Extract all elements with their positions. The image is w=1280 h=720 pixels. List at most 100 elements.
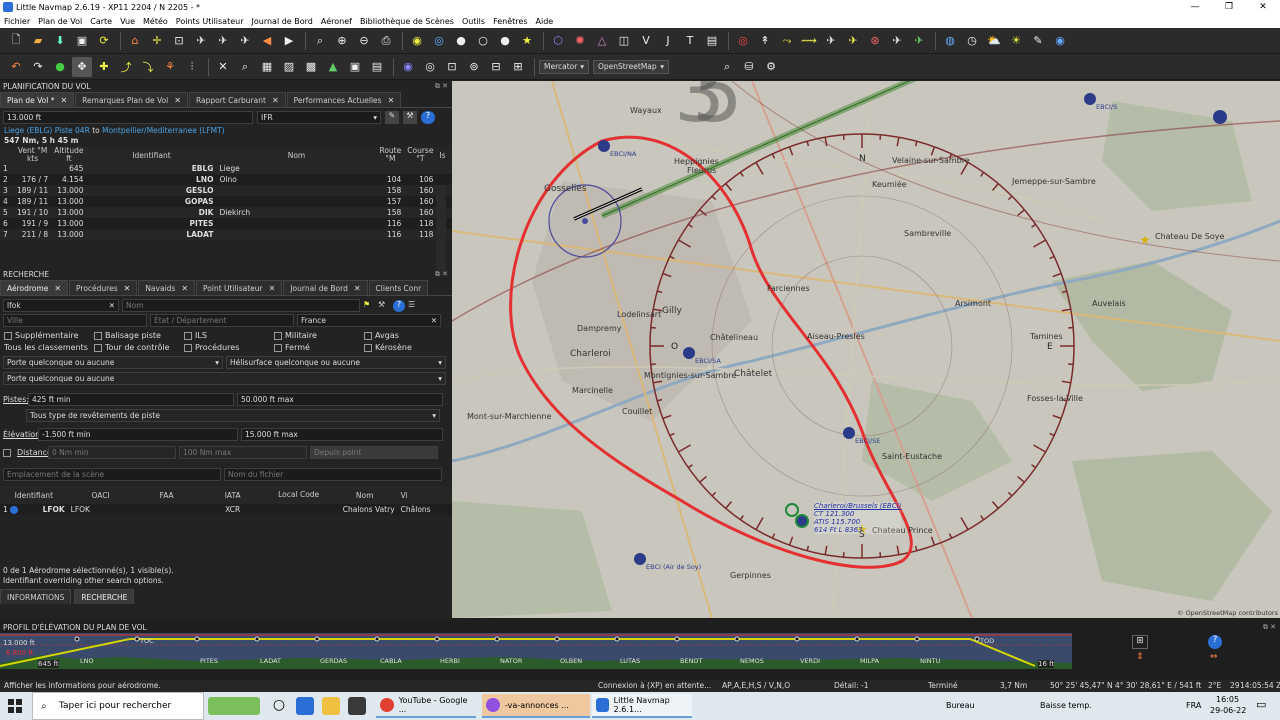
menu-fichier[interactable]: Fichier — [0, 17, 34, 26]
help-icon[interactable]: ? — [421, 111, 435, 124]
desktop-label[interactable]: Bureau — [946, 701, 975, 710]
plane3-icon[interactable]: ✈ — [887, 31, 907, 51]
chk-avgas[interactable]: Avgas — [364, 331, 444, 340]
transport-icon[interactable]: T — [680, 31, 700, 51]
menu-fenetres[interactable]: Fenêtres — [489, 17, 531, 26]
tab-clients[interactable]: Clients Conr — [368, 280, 429, 295]
userpoint-icon[interactable]: ● — [495, 31, 515, 51]
green-dot-icon[interactable]: ● — [50, 57, 70, 77]
tools-icon[interactable]: ⚒ — [403, 111, 417, 124]
close-button[interactable]: ✕ — [1246, 0, 1280, 14]
map-find-icon[interactable]: ⌕ — [717, 57, 737, 77]
sun-icon[interactable]: ☀ — [1006, 31, 1026, 51]
chk-kerosene[interactable]: Kérosène — [364, 343, 444, 352]
airport-label[interactable]: EBCI/S — [1096, 103, 1117, 111]
chk-balisage[interactable]: Balisage piste — [94, 331, 184, 340]
tab-logbook[interactable]: Journal de Bord ✕ — [283, 280, 368, 295]
database-icon[interactable]: ⛁ — [739, 57, 759, 77]
weather-icon[interactable]: ⛅ — [984, 31, 1004, 51]
name-input[interactable]: Nom — [122, 299, 360, 312]
search-help-icon[interactable]: ? — [393, 299, 405, 312]
search-map-icon[interactable]: ⌕ — [310, 31, 330, 51]
chk-tour[interactable]: Tour de contrôle — [94, 343, 184, 352]
back-icon[interactable]: ◀ — [257, 31, 277, 51]
target-icon[interactable]: ◎ — [733, 31, 753, 51]
airway-icon[interactable]: ○ — [473, 31, 493, 51]
airspace4-icon[interactable]: ◫ — [614, 31, 634, 51]
weather-text[interactable]: Baisse temp. — [1040, 701, 1092, 710]
elev-help-icon[interactable]: ? — [1208, 635, 1222, 649]
aircraft3-icon[interactable]: ✈ — [235, 31, 255, 51]
tab-recherche[interactable]: RECHERCHE — [74, 589, 135, 604]
layer7-icon[interactable]: ⊞ — [508, 57, 528, 77]
dist-max-input[interactable]: 100 Nm max — [179, 446, 307, 459]
surface-select[interactable]: Tous type de revêtements de piste ▾ — [26, 409, 440, 422]
chk-ferme[interactable]: Fermé — [274, 343, 364, 352]
refresh-icon[interactable]: ⟳ — [94, 31, 114, 51]
layer2-icon[interactable]: ▨ — [279, 57, 299, 77]
airport-label[interactable]: EBCI (Air de Soy) — [646, 563, 701, 571]
ifr-icon[interactable]: J — [658, 31, 678, 51]
route-icon[interactable]: ⤳ — [777, 31, 797, 51]
aircraft2-icon[interactable]: ✈ — [213, 31, 233, 51]
compass-icon[interactable]: ◉ — [398, 57, 418, 77]
tab-flightplan[interactable]: Plan de Vol * ✕ — [0, 92, 75, 107]
airport-label[interactable]: EBCI/SA — [695, 357, 721, 365]
star-icon[interactable]: ★ — [517, 31, 537, 51]
tab-fuel[interactable]: Rapport Carburant ✕ — [188, 92, 286, 107]
theme-select[interactable]: OpenStreetMap ▾ — [593, 59, 669, 74]
route-from-link[interactable]: Liege (EBLG) Piste 04R — [4, 126, 90, 135]
taskbar-clock[interactable]: 16:05 — [1216, 695, 1239, 704]
ident-input[interactable]: lfok ✕ — [3, 299, 119, 312]
plane4-icon[interactable]: ✈ — [909, 31, 929, 51]
menu-icon[interactable]: ☰ — [408, 300, 420, 312]
save-as-icon[interactable]: ▣ — [72, 31, 92, 51]
procedure-icon[interactable]: ⚘ — [160, 57, 180, 77]
menu-journal[interactable]: Journal de Bord — [248, 17, 317, 26]
col-res-ident[interactable]: Identifiant — [0, 486, 68, 504]
filter-icon[interactable]: ⚑ — [363, 300, 375, 312]
layer6-icon[interactable]: ▤ — [367, 57, 387, 77]
route-to-link[interactable]: Montpellier/Mediterranee (LFMT) — [102, 126, 224, 135]
close-route-icon[interactable]: ✕ — [213, 57, 233, 77]
pistes-max-input[interactable]: 50.000 ft max — [237, 393, 443, 406]
tab-navaids[interactable]: Navaids ✕ — [138, 280, 196, 295]
task-messenger[interactable]: -va-annonces ... — [482, 694, 590, 718]
col-route[interactable]: Route °M — [376, 147, 405, 163]
runway-icon[interactable]: ⫶ — [182, 57, 202, 77]
col-res-icao[interactable]: OACI — [67, 486, 134, 504]
heli-select[interactable]: Hélisurface quelconque ou aucune ▾ — [226, 356, 446, 369]
col-is[interactable]: Is — [436, 147, 452, 163]
elev-hzoom-icon[interactable]: ⇔ — [1210, 652, 1218, 662]
airspace2-icon[interactable]: ✺ — [570, 31, 590, 51]
menu-bibliotheque[interactable]: Bibliothèque de Scènes — [356, 17, 458, 26]
table-row[interactable]: 1 LFOK LFOK XCR Chalons Vatry Châlons — [0, 504, 452, 515]
mountain-icon[interactable]: ▲ — [323, 57, 343, 77]
pistes-min-input[interactable]: 425 ft min — [28, 393, 234, 406]
plane2-icon[interactable]: ✈ — [843, 31, 863, 51]
chk-classements[interactable]: Tous les classements — [4, 343, 94, 352]
menu-carte[interactable]: Carte — [86, 17, 116, 26]
earth-icon[interactable]: ◉ — [1050, 31, 1070, 51]
flightplan-row[interactable]: 1 645 EBLG Liege — [0, 163, 452, 174]
aircraft-icon[interactable]: ✈ — [191, 31, 211, 51]
language-indicator[interactable]: FRA — [1186, 701, 1201, 710]
select-icon[interactable]: ✥ — [72, 56, 92, 77]
col-wind[interactable]: Vent °M kts — [14, 147, 52, 163]
settings-icon[interactable]: ⚙ — [761, 57, 781, 77]
clock-icon[interactable]: ◷ — [962, 31, 982, 51]
elev-max-input[interactable]: 15.000 ft max — [241, 428, 443, 441]
home-icon[interactable]: ⌂ — [125, 31, 145, 51]
flightplan-scrollbar[interactable] — [436, 185, 446, 275]
menu-meteo[interactable]: Météo — [139, 17, 172, 26]
new-flightplan-icon[interactable]: 🗋 — [6, 31, 26, 51]
direct-icon[interactable]: ⤴ — [116, 57, 136, 77]
chk-supplementaire[interactable]: Supplémentaire — [4, 331, 94, 340]
ndb2-icon[interactable]: ⊚ — [464, 57, 484, 77]
door-select[interactable]: Porte quelconque ou aucune ▾ — [3, 356, 223, 369]
flightplan-row[interactable]: 7 211 / 8 13.000 LADAT 116 118 — [0, 229, 452, 240]
taskbar-search[interactable]: ⌕ Taper ici pour rechercher — [32, 692, 204, 720]
flightplan-row[interactable]: 4 189 / 11 13.000 GOPAS 157 160 — [0, 196, 452, 207]
menu-outils[interactable]: Outils — [458, 17, 489, 26]
task-chrome[interactable]: YouTube - Google ... — [376, 694, 476, 718]
